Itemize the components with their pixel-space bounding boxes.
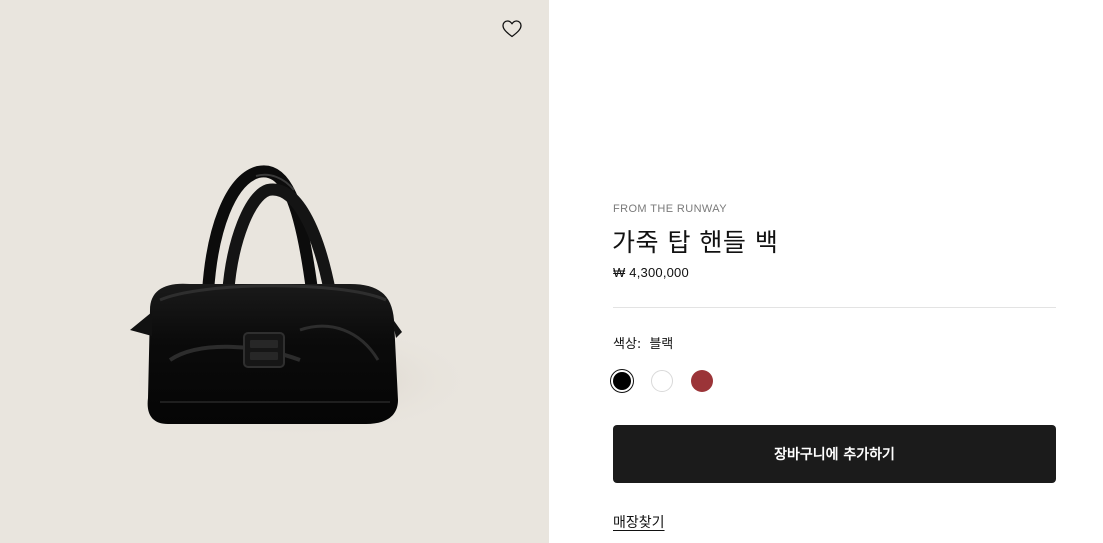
product-info-panel: FROM THE RUNWAY 가죽 탑 핸들 백 ₩ 4,300,000 색상… — [549, 0, 1103, 543]
color-selection-label: 색상: 블랙 — [613, 333, 673, 352]
product-image-panel — [0, 0, 549, 543]
heart-icon — [502, 20, 522, 38]
swatch-white[interactable] — [650, 369, 674, 393]
add-to-cart-button[interactable]: 장바구니에 추가하기 — [613, 425, 1056, 483]
swatch-white-dot — [651, 370, 673, 392]
find-store-link[interactable]: 매장찾기 — [613, 512, 665, 532]
divider — [613, 307, 1056, 308]
color-value: 블랙 — [649, 337, 674, 352]
wishlist-button[interactable] — [500, 17, 524, 41]
swatch-black-dot — [613, 372, 631, 390]
swatch-red[interactable] — [690, 369, 714, 393]
color-label: 색상: — [613, 337, 642, 352]
product-price: ₩ 4,300,000 — [613, 265, 689, 280]
product-title: 가죽 탑 핸들 백 — [612, 228, 779, 257]
swatch-black[interactable] — [610, 369, 634, 393]
product-image[interactable] — [0, 0, 549, 543]
product-eyebrow: FROM THE RUNWAY — [613, 203, 727, 215]
color-swatches — [610, 369, 714, 393]
swatch-red-dot — [691, 370, 713, 392]
product-page: FROM THE RUNWAY 가죽 탑 핸들 백 ₩ 4,300,000 색상… — [0, 0, 1103, 543]
